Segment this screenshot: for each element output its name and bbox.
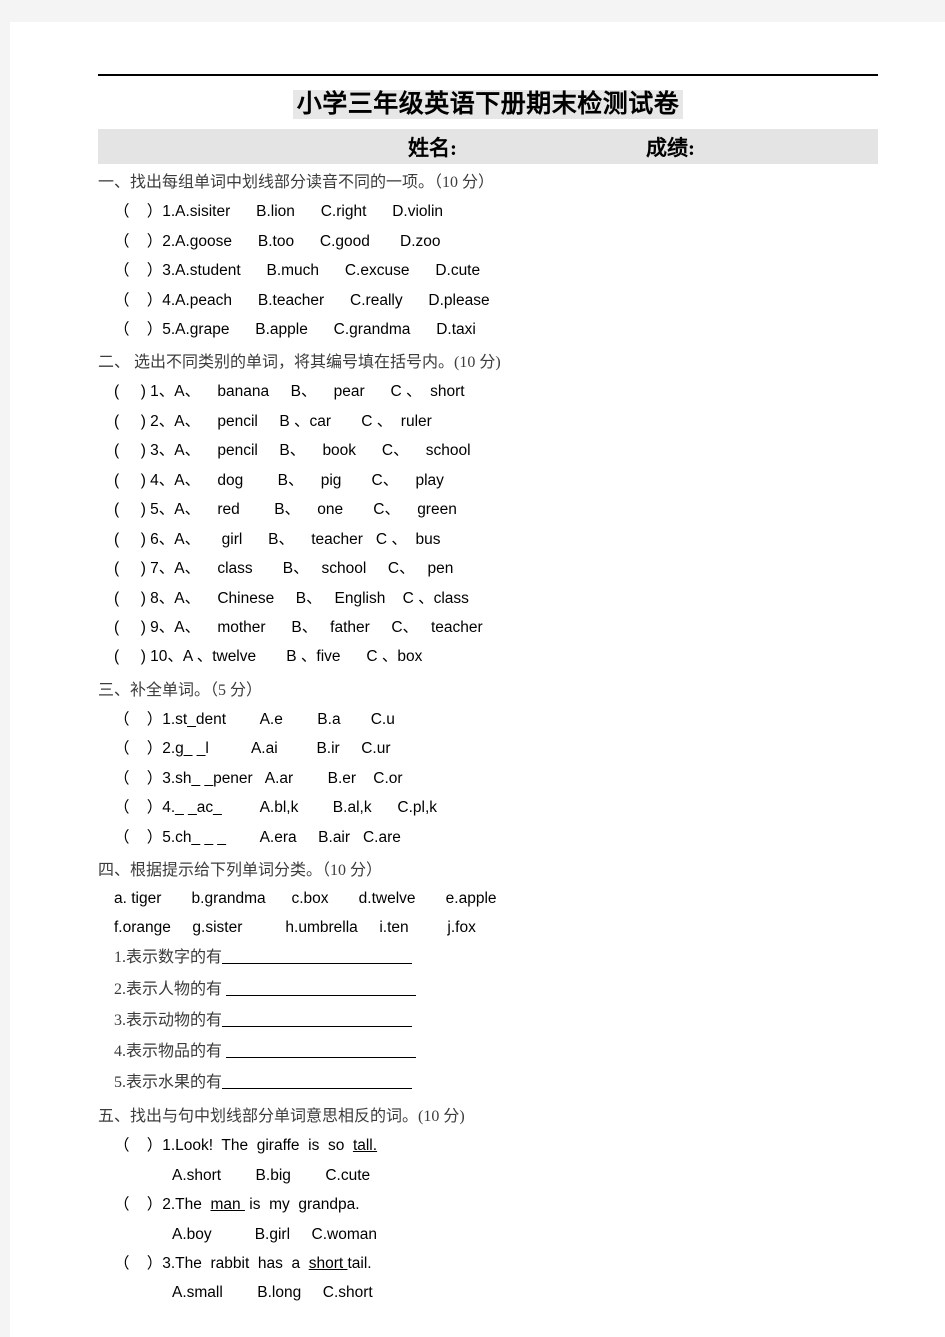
answer-blank-line[interactable]: [222, 1011, 413, 1027]
page-title: 小学三年级英语下册期末检测试卷: [98, 89, 878, 120]
question-item: ( ) 2、A、 pencil B 、car C 、 ruler: [114, 412, 432, 430]
question-options: A.short B.big C.cute: [172, 1166, 371, 1184]
question-stem: （ ）3.The rabbit has a: [114, 1255, 309, 1273]
word-bank-line: f.orange g.sister h.umbrella i.ten j.fox: [114, 918, 476, 936]
category-answer-row: 4.表示物品的有: [98, 1036, 878, 1067]
question-item: （ ）2.The man is my grandpa.: [98, 1190, 878, 1219]
question-item: （ ）1.st_dent A.e B.a C.u: [114, 710, 395, 728]
category-answer-row: 2.表示人物的有: [98, 974, 878, 1005]
category-answer-row: 1.表示数字的有: [98, 942, 878, 973]
question-item: （ ）2.g_ _l A.ai B.ir C.ur: [114, 740, 391, 758]
question-tail: tail.: [347, 1255, 372, 1273]
section-5-heading: 五、找出与句中划线部分单词意思相反的词。(10 分): [98, 1108, 465, 1126]
section-1-heading: 一、找出每组单词中划线部分读音不同的一项。（10 分）: [98, 174, 495, 192]
paper-content: 小学三年级英语下册期末检测试卷 姓名: 成绩: 一、找出每组单词中划线部分读音不…: [98, 74, 878, 1308]
question-item: ( ) 3、A、 pencil B、 book C、 school: [114, 442, 471, 460]
score-field-label: 成绩:: [646, 136, 695, 161]
question-item: （ ）4.A.peach B.teacher C.really D.please: [114, 291, 490, 309]
category-label: 3.表示动物的有: [114, 1011, 223, 1029]
category-label: 1.表示数字的有: [114, 949, 223, 967]
category-answer-row: 3.表示动物的有: [98, 1005, 878, 1036]
question-tail: is my grandpa.: [244, 1196, 360, 1214]
underlined-word: short: [308, 1255, 348, 1273]
category-label: 4.表示物品的有: [114, 1042, 227, 1060]
page-title-text: 小学三年级英语下册期末检测试卷: [292, 90, 684, 119]
answer-blank-line[interactable]: [226, 1042, 417, 1058]
underlined-word: man: [210, 1196, 245, 1214]
category-label: 5.表示水果的有: [114, 1074, 223, 1092]
question-stem: （ ）2.The: [114, 1196, 211, 1214]
question-item: （ ）2.A.goose B.too C.good D.zoo: [114, 232, 441, 250]
section-2-heading: 二、 选出不同类别的单词，将其编号填在括号内。(10 分): [98, 354, 501, 372]
question-options: A.small B.long C.short: [172, 1284, 373, 1302]
question-item: ( ) 7、A、 class B、 school C、 pen: [114, 560, 454, 578]
question-item: ( ) 4、A、 dog B、 pig C、 play: [114, 471, 444, 489]
answer-blank-line[interactable]: [222, 1073, 413, 1090]
word-bank-line: a. tiger b.grandma c.box d.twelve e.appl…: [114, 890, 497, 907]
answer-blank-line[interactable]: [222, 948, 413, 965]
question-item: （ ）3.A.student B.much C.excuse D.cute: [114, 262, 481, 280]
header-rule: [98, 74, 878, 76]
question-item: ( ) 8、A、 Chinese B、 English C 、class: [114, 589, 469, 607]
question-item: ( ) 1、A、 banana B、 pear C 、 short: [114, 383, 465, 401]
student-info-bar: 姓名: 成绩:: [98, 129, 878, 165]
question-item: （ ）1.A.sisiter B.lion C.right D.violin: [114, 203, 444, 221]
question-item: （ ）5.A.grape B.apple C.grandma D.taxi: [114, 321, 476, 338]
question-item: （ ）3.The rabbit has a short tail.: [98, 1249, 878, 1278]
question-item: ( ) 9、A、 mother B、 father C、 teacher: [114, 618, 483, 636]
question-item: ( ) 5、A、 red B、 one C、 green: [114, 501, 457, 519]
question-stem: （ ）1.Look! The giraffe is so: [114, 1137, 353, 1155]
question-options: A.boy B.girl C.woman: [172, 1225, 378, 1243]
question-item: （ ）4._ _ac_ A.bl,k B.al,k C.pl,k: [114, 799, 438, 817]
underlined-word: tall.: [352, 1137, 378, 1155]
question-item: （ ）3.sh_ _pener A.ar B.er C.or: [114, 769, 403, 787]
question-item: ( ) 10、A 、twelve B 、five C 、box: [114, 648, 423, 666]
answer-blank-line[interactable]: [226, 980, 417, 996]
question-item: （ ）1.Look! The giraffe is so tall.: [98, 1131, 878, 1160]
question-item: （ ）5.ch_ _ _ A.era B.air C.are: [114, 828, 401, 846]
section-4-heading: 四、根据提示给下列单词分类。（10 分）: [98, 862, 383, 879]
name-field-label: 姓名:: [408, 136, 457, 161]
exam-paper-page: 小学三年级英语下册期末检测试卷 姓名: 成绩: 一、找出每组单词中划线部分读音不…: [10, 22, 945, 1337]
category-label: 2.表示人物的有: [114, 980, 227, 998]
section-3-heading: 三、补全单词。（5 分）: [98, 681, 263, 699]
category-answer-row: 5.表示水果的有: [98, 1067, 878, 1098]
question-item: ( ) 6、A、 girl B、 teacher C 、 bus: [114, 530, 441, 548]
